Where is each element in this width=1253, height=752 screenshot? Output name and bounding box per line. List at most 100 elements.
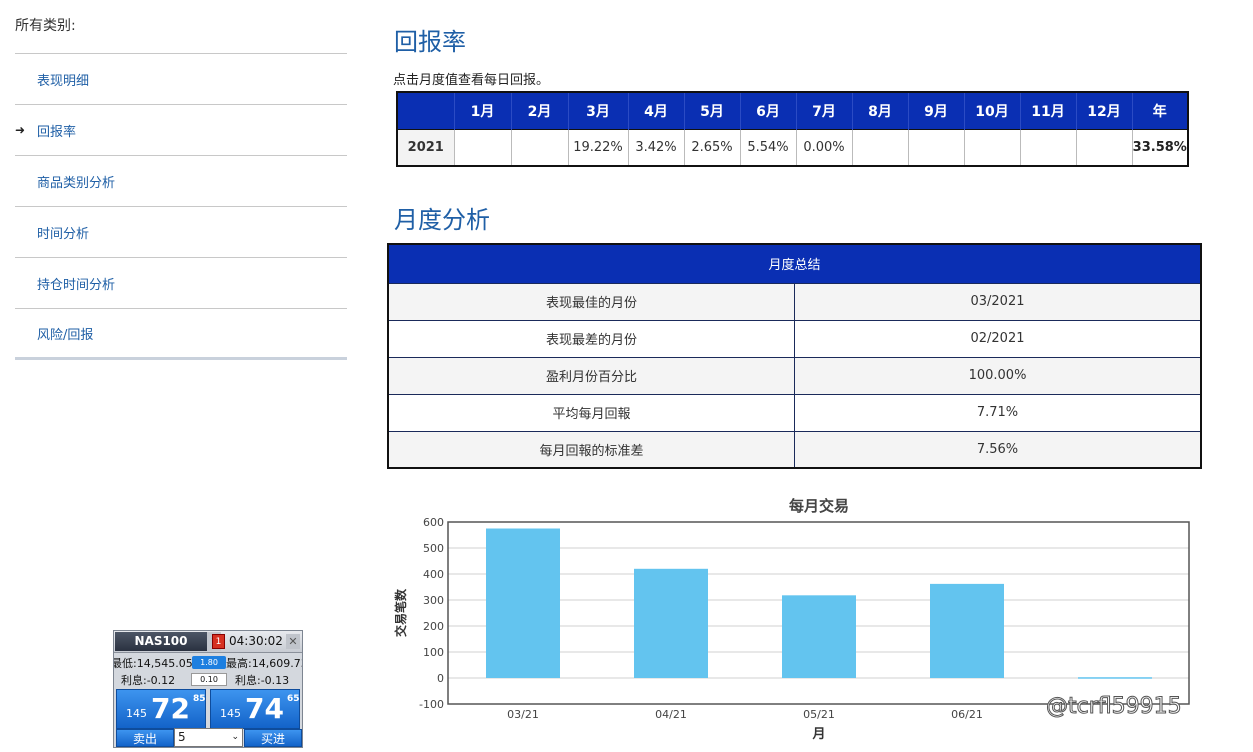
summary-value: 7.71%	[794, 393, 1201, 431]
arrow-right-icon: ➜	[15, 123, 26, 137]
summary-value: 02/2021	[794, 319, 1201, 357]
bar-03-21	[486, 528, 560, 678]
header-cell: 2月	[511, 92, 569, 129]
returns-heading: 回报率	[394, 28, 466, 56]
returns-header-row: 1月 2月 3月 4月 5月 6月 7月 8月 9月 10月 11月 12月 年	[397, 92, 1189, 129]
header-cell: 7月	[796, 92, 853, 129]
returns-table: 1月 2月 3月 4月 5月 6月 7月 8月 9月 10月 11月 12月 年…	[396, 91, 1189, 167]
high-price: 最高:14,609.73	[226, 657, 303, 670]
summary-label: 平均每月回報	[388, 393, 795, 431]
trading-widget: NAS100 ▾ 1 04:30:02 ✕ 最低:14,545.05 1.80 …	[113, 630, 303, 748]
table-row: 表现最差的月份 02/2021	[388, 319, 1201, 357]
sidebar-item-label: 表现明细	[37, 73, 90, 89]
widget-interest-row: 利息:-0.12 0.10 利息:-0.13	[114, 672, 302, 688]
summary-label: 盈利月份百分比	[388, 356, 795, 394]
sidebar-item-label: 时间分析	[37, 226, 90, 242]
y-tick-label: 200	[423, 620, 444, 633]
month-cell-jan[interactable]	[454, 128, 512, 166]
summary-label: 表现最佳的月份	[388, 282, 795, 320]
bar-04-21	[634, 568, 708, 678]
monthly-summary-table: 月度总结 表现最佳的月份 03/2021 表现最差的月份 02/2021 盈利月…	[387, 243, 1202, 469]
table-row: 2021 19.22% 3.42% 2.65% 5.54% 0.00% 33.5…	[397, 128, 1189, 166]
sell-price-button[interactable]: 145 72 85	[116, 689, 206, 729]
sidebar-item-label: 回报率	[37, 124, 77, 140]
y-tick-label: 300	[423, 594, 444, 607]
y-tick-label: 500	[423, 542, 444, 555]
spread-badge: 1.80	[192, 656, 226, 669]
y-axis-label: 交易笔数	[393, 588, 408, 637]
y-tick-label: -100	[419, 698, 444, 711]
sell-price-prefix: 145	[126, 707, 147, 720]
symbol-label[interactable]: NAS100	[115, 632, 207, 651]
interest-sell: 利息:-0.12	[121, 674, 176, 687]
buy-price-main: 74	[245, 692, 284, 725]
sidebar-item-label: 商品类别分析	[37, 175, 116, 191]
month-cell-feb[interactable]	[511, 128, 569, 166]
x-tick-label: 06/21	[951, 708, 983, 721]
chevron-down-icon: ⌄	[231, 732, 239, 742]
table-row: 盈利月份百分比 100.00%	[388, 356, 1201, 394]
buy-price-button[interactable]: 145 74 65	[210, 689, 300, 729]
summary-label: 每月回報的标准差	[388, 430, 795, 468]
year-total-cell: 33.58%	[1132, 128, 1189, 166]
quantity-select[interactable]: 5 ⌄	[174, 728, 243, 747]
quantity-value: 5	[178, 730, 186, 744]
bar-05-21	[782, 595, 856, 678]
bar-06-21	[930, 583, 1004, 678]
sell-price-fraction: 85	[193, 694, 206, 704]
sidebar-item-risk-reward[interactable]: 风险/回报	[15, 309, 347, 360]
y-tick-label: 0	[437, 672, 444, 685]
monthly-heading: 月度分析	[394, 206, 490, 234]
x-tick-label: 04/21	[655, 708, 687, 721]
header-cell: 6月	[740, 92, 797, 129]
sidebar-title: 所有类别:	[15, 0, 347, 54]
chart-title: 每月交易	[789, 497, 849, 515]
summary-value: 03/2021	[794, 282, 1201, 320]
lot-step-field[interactable]: 0.10	[191, 673, 227, 686]
alert-flag-icon[interactable]: 1	[212, 634, 225, 649]
month-cell-apr[interactable]: 3.42%	[628, 128, 685, 166]
table-row: 平均每月回報 7.71%	[388, 393, 1201, 431]
interest-buy: 利息:-0.13	[235, 674, 290, 687]
sidebar-item-time-analysis[interactable]: 时间分析	[15, 207, 347, 258]
buy-price-prefix: 145	[220, 707, 241, 720]
widget-titlebar: NAS100 ▾ 1 04:30:02 ✕	[114, 631, 302, 653]
header-cell: 3月	[568, 92, 629, 129]
header-cell: 11月	[1020, 92, 1077, 129]
month-cell-jun[interactable]: 5.54%	[740, 128, 797, 166]
returns-note: 点击月度值查看每日回报。	[393, 73, 550, 88]
y-tick-label: 100	[423, 646, 444, 659]
widget-range-row: 最低:14,545.05 1.80 最高:14,609.73	[114, 655, 302, 671]
sell-price-main: 72	[151, 692, 190, 725]
month-cell-sep[interactable]	[908, 128, 965, 166]
buy-button[interactable]: 买进	[244, 729, 302, 747]
sidebar-item-performance-detail[interactable]: 表现明细	[15, 54, 347, 105]
month-cell-may[interactable]: 2.65%	[684, 128, 741, 166]
header-cell: 5月	[684, 92, 741, 129]
clock-time: 04:30:02	[229, 634, 283, 648]
header-cell: 8月	[852, 92, 909, 129]
month-cell-jul[interactable]: 0.00%	[796, 128, 853, 166]
sidebar-item-label: 风险/回报	[37, 327, 94, 343]
month-cell-aug[interactable]	[852, 128, 909, 166]
sidebar-item-holding-time-analysis[interactable]: 持仓时间分析	[15, 258, 347, 309]
y-tick-label: 600	[423, 516, 444, 529]
sidebar-item-category-analysis[interactable]: 商品类别分析	[15, 156, 347, 207]
header-cell: 年	[1132, 92, 1189, 129]
month-cell-nov[interactable]	[1020, 128, 1077, 166]
close-icon[interactable]: ✕	[286, 634, 300, 649]
sidebar-item-returns[interactable]: ➜ 回报率	[15, 105, 347, 156]
buy-price-fraction: 65	[287, 694, 300, 704]
summary-value: 100.00%	[794, 356, 1201, 394]
x-axis-label: 月	[811, 727, 825, 742]
sidebar-item-label: 持仓时间分析	[37, 277, 116, 293]
bar-07-21	[1078, 677, 1152, 679]
month-cell-dec[interactable]	[1076, 128, 1133, 166]
summary-value: 7.56%	[794, 430, 1201, 468]
sell-button[interactable]: 卖出	[116, 729, 174, 747]
month-cell-mar[interactable]: 19.22%	[568, 128, 629, 166]
header-cell	[397, 92, 455, 129]
header-cell: 12月	[1076, 92, 1133, 129]
table-row: 表现最佳的月份 03/2021	[388, 282, 1201, 320]
month-cell-oct[interactable]	[964, 128, 1021, 166]
